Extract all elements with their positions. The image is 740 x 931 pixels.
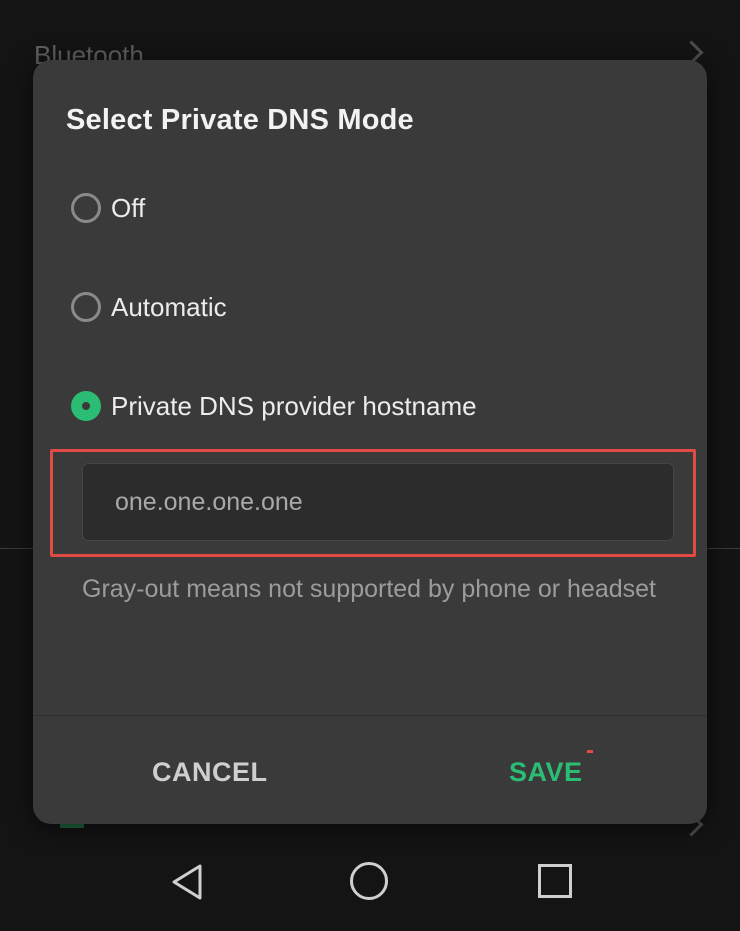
hostname-input[interactable] — [82, 463, 674, 541]
dialog-divider — [33, 715, 707, 716]
option-automatic[interactable]: Automatic — [71, 287, 227, 327]
option-off[interactable]: Off — [71, 188, 145, 228]
option-label: Off — [111, 192, 146, 223]
save-button[interactable]: SAVE — [509, 750, 583, 794]
radio-unselected-icon[interactable] — [71, 292, 101, 322]
dialog-title: Select Private DNS Mode — [66, 104, 414, 136]
private-dns-dialog: Select Private DNS Mode Off Automatic Pr… — [33, 60, 707, 824]
radio-selected-icon[interactable] — [71, 391, 101, 421]
option-label: Private DNS provider hostname — [111, 390, 477, 421]
recents-square-icon[interactable] — [538, 864, 572, 898]
radio-unselected-icon[interactable] — [71, 193, 101, 223]
hint-text: Gray-out means not supported by phone or… — [82, 575, 656, 603]
annotation-mark — [587, 750, 593, 753]
option-provider-hostname[interactable]: Private DNS provider hostname — [71, 386, 477, 426]
back-triangle-icon[interactable] — [168, 862, 208, 902]
option-label: Automatic — [111, 291, 227, 322]
cancel-button[interactable]: CANCEL — [152, 750, 268, 794]
home-circle-icon[interactable] — [350, 862, 388, 900]
